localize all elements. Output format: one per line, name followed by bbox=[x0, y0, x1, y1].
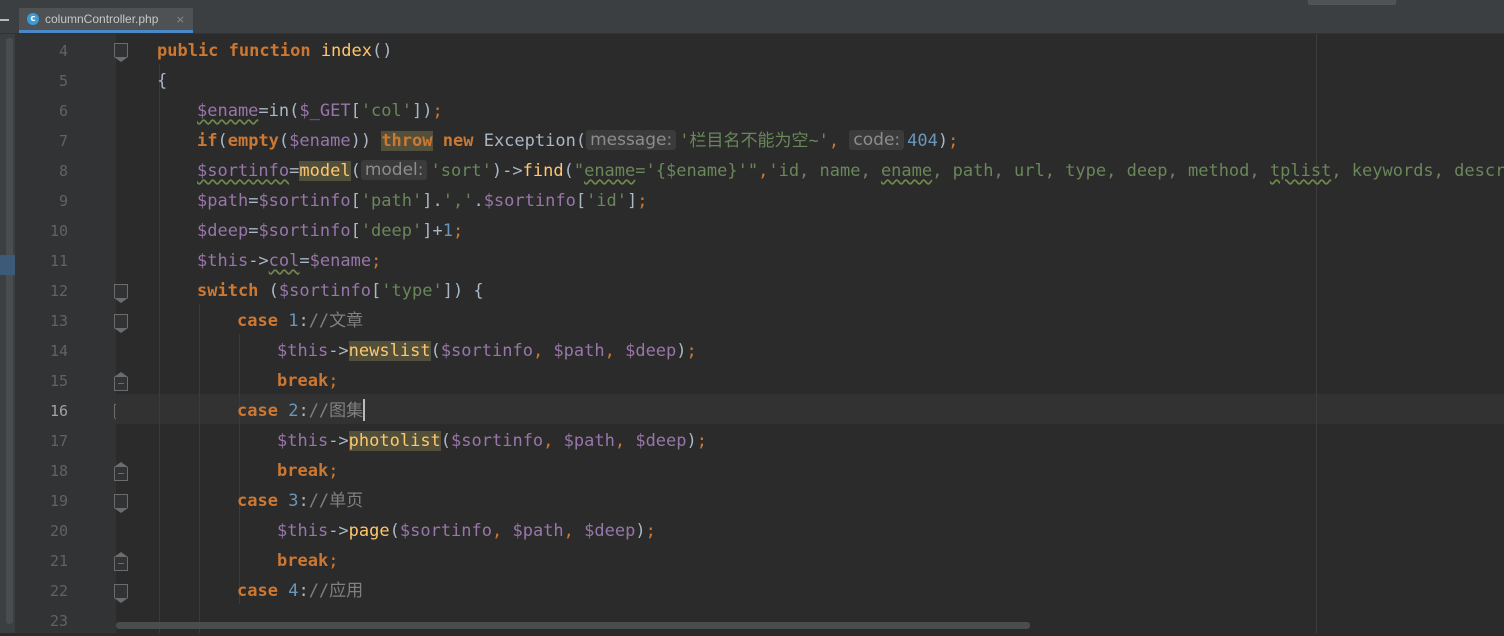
horizontal-scrollbar[interactable] bbox=[116, 622, 1030, 629]
line-number: 17 bbox=[49, 432, 68, 450]
code-line-9: $path=$sortinfo['path'].','.$sortinfo['i… bbox=[197, 191, 648, 211]
parameter-hint: message: bbox=[586, 130, 677, 150]
code-line-20: $this->page($sortinfo, $path, $deep); bbox=[277, 521, 656, 541]
line-number: 15 bbox=[49, 372, 68, 390]
parameter-hint: code: bbox=[849, 130, 905, 150]
indent-guide bbox=[239, 334, 240, 604]
code-line-13: case 1://文章 bbox=[237, 311, 364, 331]
tab-filename: columnController.php bbox=[45, 12, 159, 26]
code-line-16: case 2://图集 bbox=[237, 399, 366, 421]
php-class-icon: c bbox=[27, 13, 39, 25]
line-number: 5 bbox=[58, 72, 68, 90]
line-number: 11 bbox=[49, 252, 68, 270]
line-number: 10 bbox=[49, 222, 68, 240]
left-scrollbar[interactable] bbox=[6, 38, 13, 624]
code-line-19: case 3://单页 bbox=[237, 491, 364, 511]
code-line-11: $this->col=$ename; bbox=[197, 251, 382, 271]
line-number: 23 bbox=[49, 612, 68, 630]
parameter-hint: model: bbox=[360, 160, 428, 180]
code-line-12: switch ($sortinfo['type']) { bbox=[197, 281, 484, 301]
code-line-10: $deep=$sortinfo['deep']+1; bbox=[197, 221, 464, 241]
code-line-6: $ename=in($_GET['col']); bbox=[197, 101, 443, 121]
close-tab-icon[interactable]: × bbox=[176, 13, 185, 26]
editor-tab-bar: c columnController.php × bbox=[0, 8, 1504, 34]
code-editor[interactable]: public function index() { $ename=in($_GE… bbox=[116, 34, 1504, 633]
line-number: 9 bbox=[58, 192, 68, 210]
line-number: 21 bbox=[49, 552, 68, 570]
selection-marker bbox=[0, 255, 15, 275]
code-line-15: break; bbox=[277, 371, 339, 391]
code-line-22: case 4://应用 bbox=[237, 581, 364, 601]
code-line-5: { bbox=[157, 71, 168, 91]
indent-guide bbox=[159, 64, 160, 633]
code-line-4: public function index() bbox=[157, 41, 393, 61]
line-number: 18 bbox=[49, 462, 68, 480]
window-control[interactable] bbox=[1308, 0, 1396, 5]
code-line-14: $this->newslist($sortinfo, $path, $deep)… bbox=[277, 341, 697, 361]
tab-columncontroller[interactable]: c columnController.php × bbox=[19, 8, 193, 33]
line-number: 12 bbox=[49, 282, 68, 300]
left-tool-strip bbox=[0, 34, 15, 633]
line-number: 4 bbox=[58, 42, 68, 60]
code-line-17: $this->photolist($sortinfo, $path, $deep… bbox=[277, 431, 708, 451]
title-strip bbox=[0, 0, 1504, 8]
line-number: 6 bbox=[58, 102, 68, 120]
indent-guide bbox=[199, 304, 200, 633]
right-margin-guide bbox=[1316, 34, 1317, 633]
code-line-8: $sortinfo=model(model:'sort')->find("ena… bbox=[197, 160, 1504, 181]
current-line-number: 16 bbox=[49, 402, 68, 420]
line-number: 22 bbox=[49, 582, 68, 600]
text-caret bbox=[363, 399, 366, 421]
line-number: 19 bbox=[49, 492, 68, 510]
line-number: 7 bbox=[58, 132, 68, 150]
line-number: 14 bbox=[49, 342, 68, 360]
code-line-21: break; bbox=[277, 551, 339, 571]
line-number: 8 bbox=[58, 162, 68, 180]
line-number: 13 bbox=[49, 312, 68, 330]
line-number-gutter: 4 5 6 7 8 9 10 11 12 13 14 15 16 17 18 1… bbox=[15, 34, 128, 633]
line-number: 20 bbox=[49, 522, 68, 540]
code-line-18: break; bbox=[277, 461, 339, 481]
collapse-icon[interactable] bbox=[0, 19, 9, 21]
code-line-7: if(empty($ename)) throw new Exception(me… bbox=[197, 130, 959, 151]
